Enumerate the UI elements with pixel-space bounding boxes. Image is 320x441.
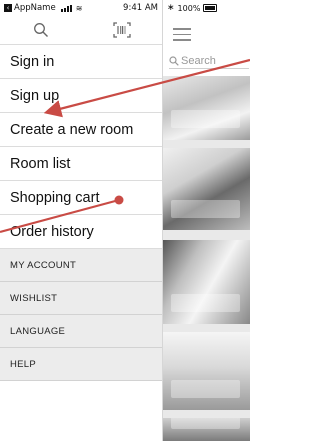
bluetooth-icon: ∗ — [167, 3, 175, 13]
status-time: 9:41 AM — [123, 3, 158, 13]
search-button[interactable] — [30, 19, 52, 41]
search-icon — [169, 56, 179, 66]
signal-icon — [60, 4, 72, 12]
room-photo[interactable] — [163, 332, 250, 410]
menu-item-label: Sign up — [10, 87, 60, 104]
menu-item-label: Sign in — [10, 53, 55, 70]
menu-item-label: Room list — [10, 155, 71, 172]
battery-icon — [203, 4, 218, 12]
room-photo[interactable] — [163, 240, 250, 324]
menu-item-sign-up[interactable]: Sign up — [0, 79, 162, 113]
background-nav: Search — [163, 16, 250, 76]
menu-item-help[interactable]: HELP — [0, 348, 162, 381]
background-search-field[interactable]: Search — [169, 54, 249, 69]
background-app: ∗ 100% Search — [163, 0, 250, 441]
menu-item-label: Create a new room — [10, 121, 134, 138]
sub-item-label: HELP — [10, 358, 37, 370]
status-bar: ‹ AppName ≋ 9:41 AM — [0, 0, 162, 16]
hamburger-menu-icon[interactable] — [173, 28, 191, 42]
search-placeholder: Search — [181, 55, 216, 67]
room-photo[interactable] — [163, 76, 250, 140]
menu-item-sign-in[interactable]: Sign in — [0, 45, 162, 79]
navigation-drawer: ‹ AppName ≋ 9:41 AM Sign in Sign up Crea… — [0, 0, 163, 441]
menu-item-label: Shopping cart — [10, 189, 100, 206]
menu-item-label: Order history — [10, 223, 94, 240]
menu-item-wishlist[interactable]: WISHLIST — [0, 282, 162, 315]
menu-item-my-account[interactable]: MY ACCOUNT — [0, 249, 162, 282]
drawer-toolbar — [0, 16, 162, 45]
menu-item-shopping-cart[interactable]: Shopping cart — [0, 181, 162, 215]
back-app-label[interactable]: AppName — [14, 3, 56, 13]
back-arrow-icon[interactable]: ‹ — [4, 4, 12, 12]
background-status-bar: ∗ 100% — [163, 0, 250, 16]
menu-item-order-history[interactable]: Order history — [0, 215, 162, 249]
menu-item-language[interactable]: LANGUAGE — [0, 315, 162, 348]
sub-item-label: WISHLIST — [10, 292, 58, 304]
menu-item-create-room[interactable]: Create a new room — [0, 113, 162, 147]
sub-item-label: MY ACCOUNT — [10, 259, 77, 271]
room-photo[interactable] — [163, 148, 250, 230]
battery-percent: 100% — [177, 3, 201, 13]
room-photo[interactable] — [163, 418, 250, 441]
sub-item-label: LANGUAGE — [10, 325, 66, 337]
wifi-icon: ≋ — [75, 3, 83, 13]
menu-item-room-list[interactable]: Room list — [0, 147, 162, 181]
scan-button[interactable] — [111, 19, 133, 41]
barcode-scan-icon — [112, 22, 131, 38]
search-icon — [33, 23, 48, 37]
